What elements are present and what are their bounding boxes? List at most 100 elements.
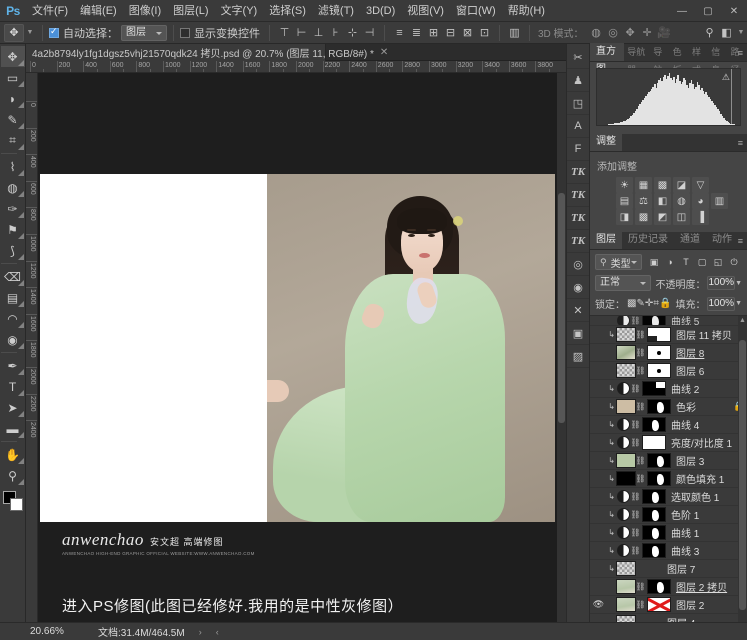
layer-row[interactable]: ↳ ⛓ 选取颜色 1 [590, 488, 747, 506]
layer-name[interactable]: 曲线 1 [671, 525, 733, 540]
menu-item-5[interactable]: 选择(S) [263, 0, 312, 22]
tab-adjustments[interactable]: 调整 [590, 133, 622, 151]
levels-icon[interactable]: ▦ [635, 177, 652, 193]
frame-extension-icon[interactable]: F [567, 138, 589, 161]
tab-5[interactable]: 信息 [708, 43, 727, 75]
filter-smart-object-icon[interactable]: ◱ [710, 254, 726, 270]
align-right-edges-icon[interactable]: ⊣ [361, 24, 378, 41]
opacity-chevron-down-icon[interactable]: ▼ [735, 280, 742, 287]
layer-name[interactable]: 曲线 5 [671, 316, 733, 325]
layer-name[interactable]: 图层 7 [667, 561, 733, 576]
canvas-vertical-scrollbar[interactable] [557, 73, 566, 622]
filter-power-toggle-icon[interactable]: ⏻ [726, 254, 742, 270]
distribute-right-edges-icon[interactable]: ⊡ [476, 24, 493, 41]
layer-thumbnail[interactable] [617, 418, 630, 431]
fill-chevron-down-icon[interactable]: ▼ [735, 300, 742, 307]
layer-mask-thumbnail[interactable] [642, 507, 666, 522]
posterize-icon[interactable]: ▩ [635, 209, 652, 225]
layer-mask-thumbnail[interactable] [642, 381, 666, 396]
align-vertical-centers-icon[interactable]: ⊢ [293, 24, 310, 41]
layer-mask-thumbnail[interactable] [647, 399, 671, 414]
layer-name[interactable]: 曲线 2 [671, 381, 733, 396]
mask-link-icon[interactable]: ⛓ [635, 366, 645, 375]
history-brush-tool-icon[interactable]: ⟆ [1, 240, 25, 261]
filter-shape-icon[interactable]: ▢ [694, 254, 710, 270]
layer-thumbnail[interactable] [616, 597, 636, 612]
lock-all-icon[interactable]: 🔒 [659, 296, 671, 311]
brush-tool-icon[interactable]: ✑ [1, 198, 25, 219]
layer-name[interactable]: 图层 2 拷贝 [676, 579, 733, 594]
align-top-edges-icon[interactable]: ⊤ [276, 24, 293, 41]
menu-item-8[interactable]: 视图(V) [401, 0, 450, 22]
layer-name[interactable]: 曲线 4 [671, 417, 733, 432]
lasso-tool-icon[interactable]: ◗ [1, 88, 25, 109]
tab-2[interactable]: 导航 [650, 43, 669, 75]
show-transform-controls-checkbox[interactable] [180, 27, 190, 38]
layer-row[interactable]: 👁 ⛓ 图层 2 [590, 596, 747, 614]
tab-3[interactable]: 色板 [670, 43, 689, 75]
spiral-extension-icon[interactable]: ◉ [567, 276, 589, 299]
layer-row[interactable]: ↳ ⛓ 亮度/对比度 1 [590, 434, 747, 452]
layer-name[interactable]: 图层 6 [676, 363, 733, 378]
tool-preset-chevron-icon[interactable]: ▼ [24, 29, 36, 36]
curves-icon[interactable]: ▩ [654, 177, 671, 193]
color-swatches[interactable] [1, 490, 25, 516]
eyedropper-tool-icon[interactable]: ⌇ [1, 156, 25, 177]
layer-name[interactable]: 图层 2 [676, 597, 733, 612]
move-tool-icon[interactable]: ✥ [4, 23, 24, 42]
menu-item-7[interactable]: 3D(D) [360, 0, 401, 22]
layer-name[interactable]: 选取颜色 1 [671, 489, 733, 504]
layer-row[interactable]: ↳ ⛓ 颜色填充 1 [590, 470, 747, 488]
menu-item-0[interactable]: 文件(F) [26, 0, 74, 22]
close-button[interactable]: ✕ [721, 0, 747, 22]
layer-mask-thumbnail[interactable] [647, 327, 671, 342]
portrait-extension-icon[interactable]: ♟ [567, 69, 589, 92]
fill-value[interactable]: 100% [707, 296, 736, 311]
orbit-3d-icon[interactable]: ◍ [588, 24, 605, 41]
scrollbar-thumb[interactable] [739, 340, 746, 610]
exposure-icon[interactable]: ◪ [673, 177, 690, 193]
distribute-left-edges-icon[interactable]: ⊟ [442, 24, 459, 41]
maximize-button[interactable]: ▢ [695, 0, 721, 22]
mask-link-icon[interactable]: ⛓ [630, 384, 640, 393]
distribute-vertical-centers-icon[interactable]: ≣ [408, 24, 425, 41]
menu-item-10[interactable]: 帮助(H) [502, 0, 551, 22]
layer-row[interactable]: ↳ ⛓ 图层 11 拷贝 [590, 326, 747, 344]
layer-mask-thumbnail[interactable] [642, 316, 666, 325]
layer-row[interactable]: ↳ ⛓ 图层 3 [590, 452, 747, 470]
filter-type-icon[interactable]: T [678, 254, 694, 270]
layer-row[interactable]: ↳⛓色彩🔒 [590, 398, 747, 416]
lock-position-icon[interactable]: ✛ [645, 296, 653, 311]
layer-list[interactable]: ⛓曲线 5↳⛓图层 11 拷贝⛓图层 8⛓图层 6↳⛓曲线 2↳⛓色彩🔒↳⛓曲线… [590, 315, 747, 637]
layer-row[interactable]: ↳ ⛓ 曲线 1 [590, 524, 747, 542]
document-tab[interactable]: 4a2b8794ly1fg1dgsz5vhj21570qdk24 拷贝.psd … [26, 44, 388, 61]
layer-mask-thumbnail[interactable] [642, 525, 666, 540]
distribute-top-edges-icon[interactable]: ≡ [391, 24, 408, 41]
status-collapse-arrow-icon[interactable]: ‹ [216, 627, 219, 637]
layer-thumbnail[interactable] [617, 526, 630, 539]
roll-3d-icon[interactable]: ◎ [605, 24, 622, 41]
misc-extension-icon[interactable]: ▣ [567, 322, 589, 345]
layer-mask-thumbnail[interactable] [647, 363, 671, 378]
layer-name[interactable]: 色阶 1 [671, 507, 733, 522]
layer-mask-thumbnail[interactable] [642, 435, 666, 450]
layer-mask-thumbnail[interactable] [647, 471, 671, 486]
color-lookup-icon[interactable]: ▥ [711, 193, 728, 209]
menu-item-4[interactable]: 文字(Y) [215, 0, 264, 22]
panel-menu-icon[interactable]: ≡ [738, 237, 743, 246]
layer-mask-thumbnail[interactable] [647, 579, 671, 594]
spot-healing-brush-tool-icon[interactable]: ◍ [1, 177, 25, 198]
status-expand-arrow-icon[interactable]: › [199, 627, 202, 637]
distribute-spacing-icon[interactable]: ▥ [506, 24, 523, 41]
layers-extension-icon[interactable]: ◳ [567, 92, 589, 115]
layer-thumbnail[interactable] [616, 561, 636, 576]
clone-stamp-tool-icon[interactable]: ⚑ [1, 219, 25, 240]
layer-thumbnail[interactable] [617, 544, 630, 557]
mask-link-icon[interactable]: ⛓ [635, 474, 645, 483]
layer-thumbnail[interactable] [616, 453, 636, 468]
layer-name[interactable]: 亮度/对比度 1 [671, 435, 733, 450]
scrollbar-thumb[interactable] [558, 193, 565, 423]
layer-name[interactable]: 图层 8 [676, 345, 733, 360]
align-left-edges-icon[interactable]: ⊦ [327, 24, 344, 41]
lock-image-pixels-icon[interactable]: ✎ [636, 296, 644, 311]
